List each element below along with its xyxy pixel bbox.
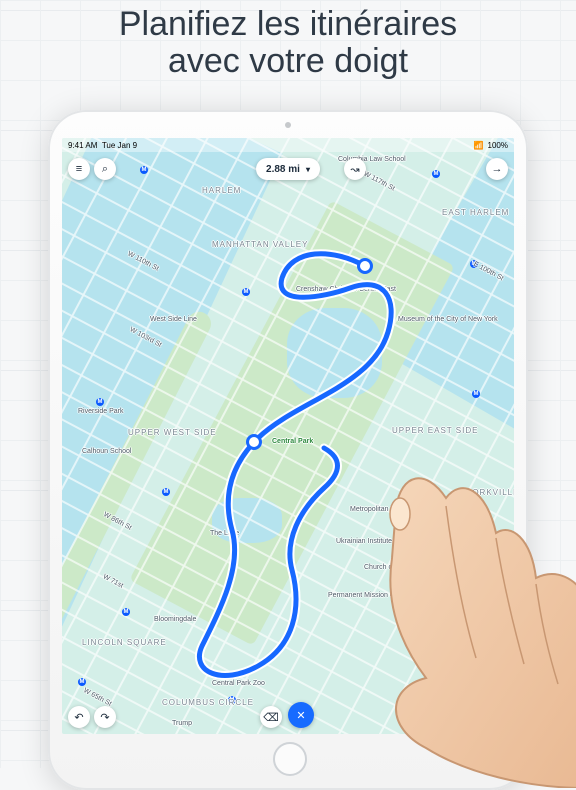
search-button[interactable]: ⌕ — [94, 158, 116, 180]
snap-icon: ↝ — [350, 163, 359, 176]
status-date: Tue Jan 9 — [102, 141, 137, 150]
promo-line-2: avec votre doigt — [0, 43, 576, 80]
metro-icon: M — [78, 678, 86, 686]
menu-icon: ≡ — [76, 163, 82, 175]
route-endpoint-start[interactable] — [357, 258, 373, 274]
metro-icon: M — [432, 170, 440, 178]
metro-icon: M — [140, 166, 148, 174]
wifi-icon: 📶 — [474, 141, 484, 150]
undo-button[interactable]: ↶ — [68, 706, 90, 728]
redo-button[interactable]: ↷ — [94, 706, 116, 728]
route-endpoint-end[interactable] — [246, 434, 262, 450]
route-snap-button[interactable]: ↝ — [344, 158, 366, 180]
street-grid — [62, 138, 514, 734]
undo-icon: ↶ — [74, 711, 83, 724]
locate-icon: ➤ — [490, 709, 504, 725]
ipad-home-button[interactable] — [273, 742, 307, 776]
chevron-down-icon: ▾ — [306, 165, 310, 174]
status-time: 9:41 AM — [68, 141, 97, 150]
menu-button[interactable]: ≡ — [68, 158, 90, 180]
search-icon: ⌕ — [102, 163, 108, 176]
metro-icon: M — [470, 260, 478, 268]
map-canvas[interactable]: M M M M M M M M M M M M HARLEM MANHATTAN… — [62, 138, 514, 734]
metro-icon: M — [162, 488, 170, 496]
metro-icon: M — [460, 490, 468, 498]
distance-value: 2.88 mi — [266, 164, 300, 175]
distance-pill[interactable]: 2.88 mi ▾ — [256, 158, 320, 180]
screen: M M M M M M M M M M M M HARLEM MANHATTAN… — [62, 138, 514, 734]
metro-icon: M — [122, 608, 130, 616]
metro-icon: M — [96, 398, 104, 406]
promo-line-1: Planifiez les itinéraires — [0, 6, 576, 43]
status-battery: 100% — [488, 141, 508, 150]
ipad-frame: M M M M M M M M M M M M HARLEM MANHATTAN… — [48, 110, 528, 790]
arrow-right-icon: → — [492, 163, 503, 175]
next-button[interactable]: → — [486, 158, 508, 180]
erase-button[interactable]: ⌫ — [260, 706, 282, 728]
locate-button[interactable]: ➤ — [486, 706, 508, 728]
close-route-button[interactable]: ✕ — [288, 702, 314, 728]
status-bar: 9:41 AM Tue Jan 9 📶 100% — [62, 138, 514, 152]
metro-icon: M — [472, 390, 480, 398]
close-icon: ✕ — [296, 709, 305, 722]
ipad-camera — [285, 122, 291, 128]
bottom-toolbar: ↶ ↷ ⌫ ✕ ➤ — [68, 700, 508, 728]
erase-icon: ⌫ — [263, 711, 279, 724]
metro-icon: M — [442, 660, 450, 668]
redo-icon: ↷ — [100, 711, 109, 724]
metro-icon: M — [242, 288, 250, 296]
promo-headline: Planifiez les itinéraires avec votre doi… — [0, 6, 576, 81]
